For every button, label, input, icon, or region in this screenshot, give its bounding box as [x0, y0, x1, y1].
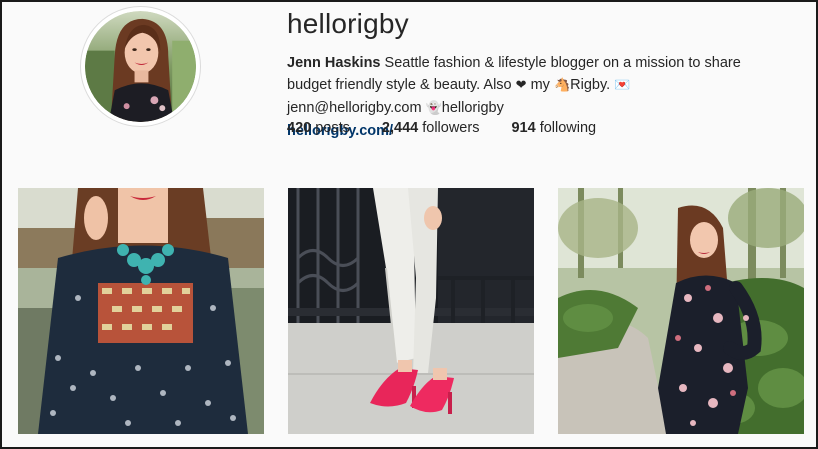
followers-count-label: followers — [422, 120, 480, 136]
post-image — [558, 188, 804, 434]
followers-count-value: 2,444 — [381, 120, 419, 136]
love-letter-icon: 💌 — [614, 78, 631, 93]
followers-count[interactable]: 2,444 followers — [382, 120, 480, 136]
profile-stats: 420 posts 2,444 followers 914 following — [287, 120, 628, 136]
post-thumbnail[interactable] — [558, 188, 804, 434]
post-thumbnail[interactable] — [288, 188, 534, 434]
bio-snapchat: hellorigby — [441, 100, 504, 116]
heart-icon: ❤ — [515, 78, 527, 93]
following-count-value: 914 — [511, 120, 536, 136]
avatar-image — [85, 11, 196, 122]
bio-text-3: Rigby. — [570, 77, 611, 93]
ghost-icon: 👻 — [425, 101, 442, 116]
bio-text-2: my — [530, 77, 550, 93]
post-thumbnail[interactable] — [18, 188, 264, 434]
dog-emoji-icon: 🐴 — [553, 78, 571, 93]
following-count-label: following — [539, 120, 597, 136]
following-count[interactable]: 914 following — [511, 120, 596, 136]
posts-count-label: posts — [315, 120, 350, 136]
profile-avatar[interactable] — [80, 6, 201, 127]
profile-page: hellorigby Jenn Haskins Seattle fashion … — [0, 0, 818, 449]
profile-full-name: Jenn Haskins — [287, 55, 381, 71]
posts-count-value: 420 — [287, 120, 312, 136]
profile-username: hellorigby — [287, 8, 409, 39]
post-image — [18, 188, 264, 434]
bio-email: jenn@hellorigby.com — [287, 100, 422, 116]
posts-count: 420 posts — [287, 120, 350, 136]
post-image — [288, 188, 534, 434]
